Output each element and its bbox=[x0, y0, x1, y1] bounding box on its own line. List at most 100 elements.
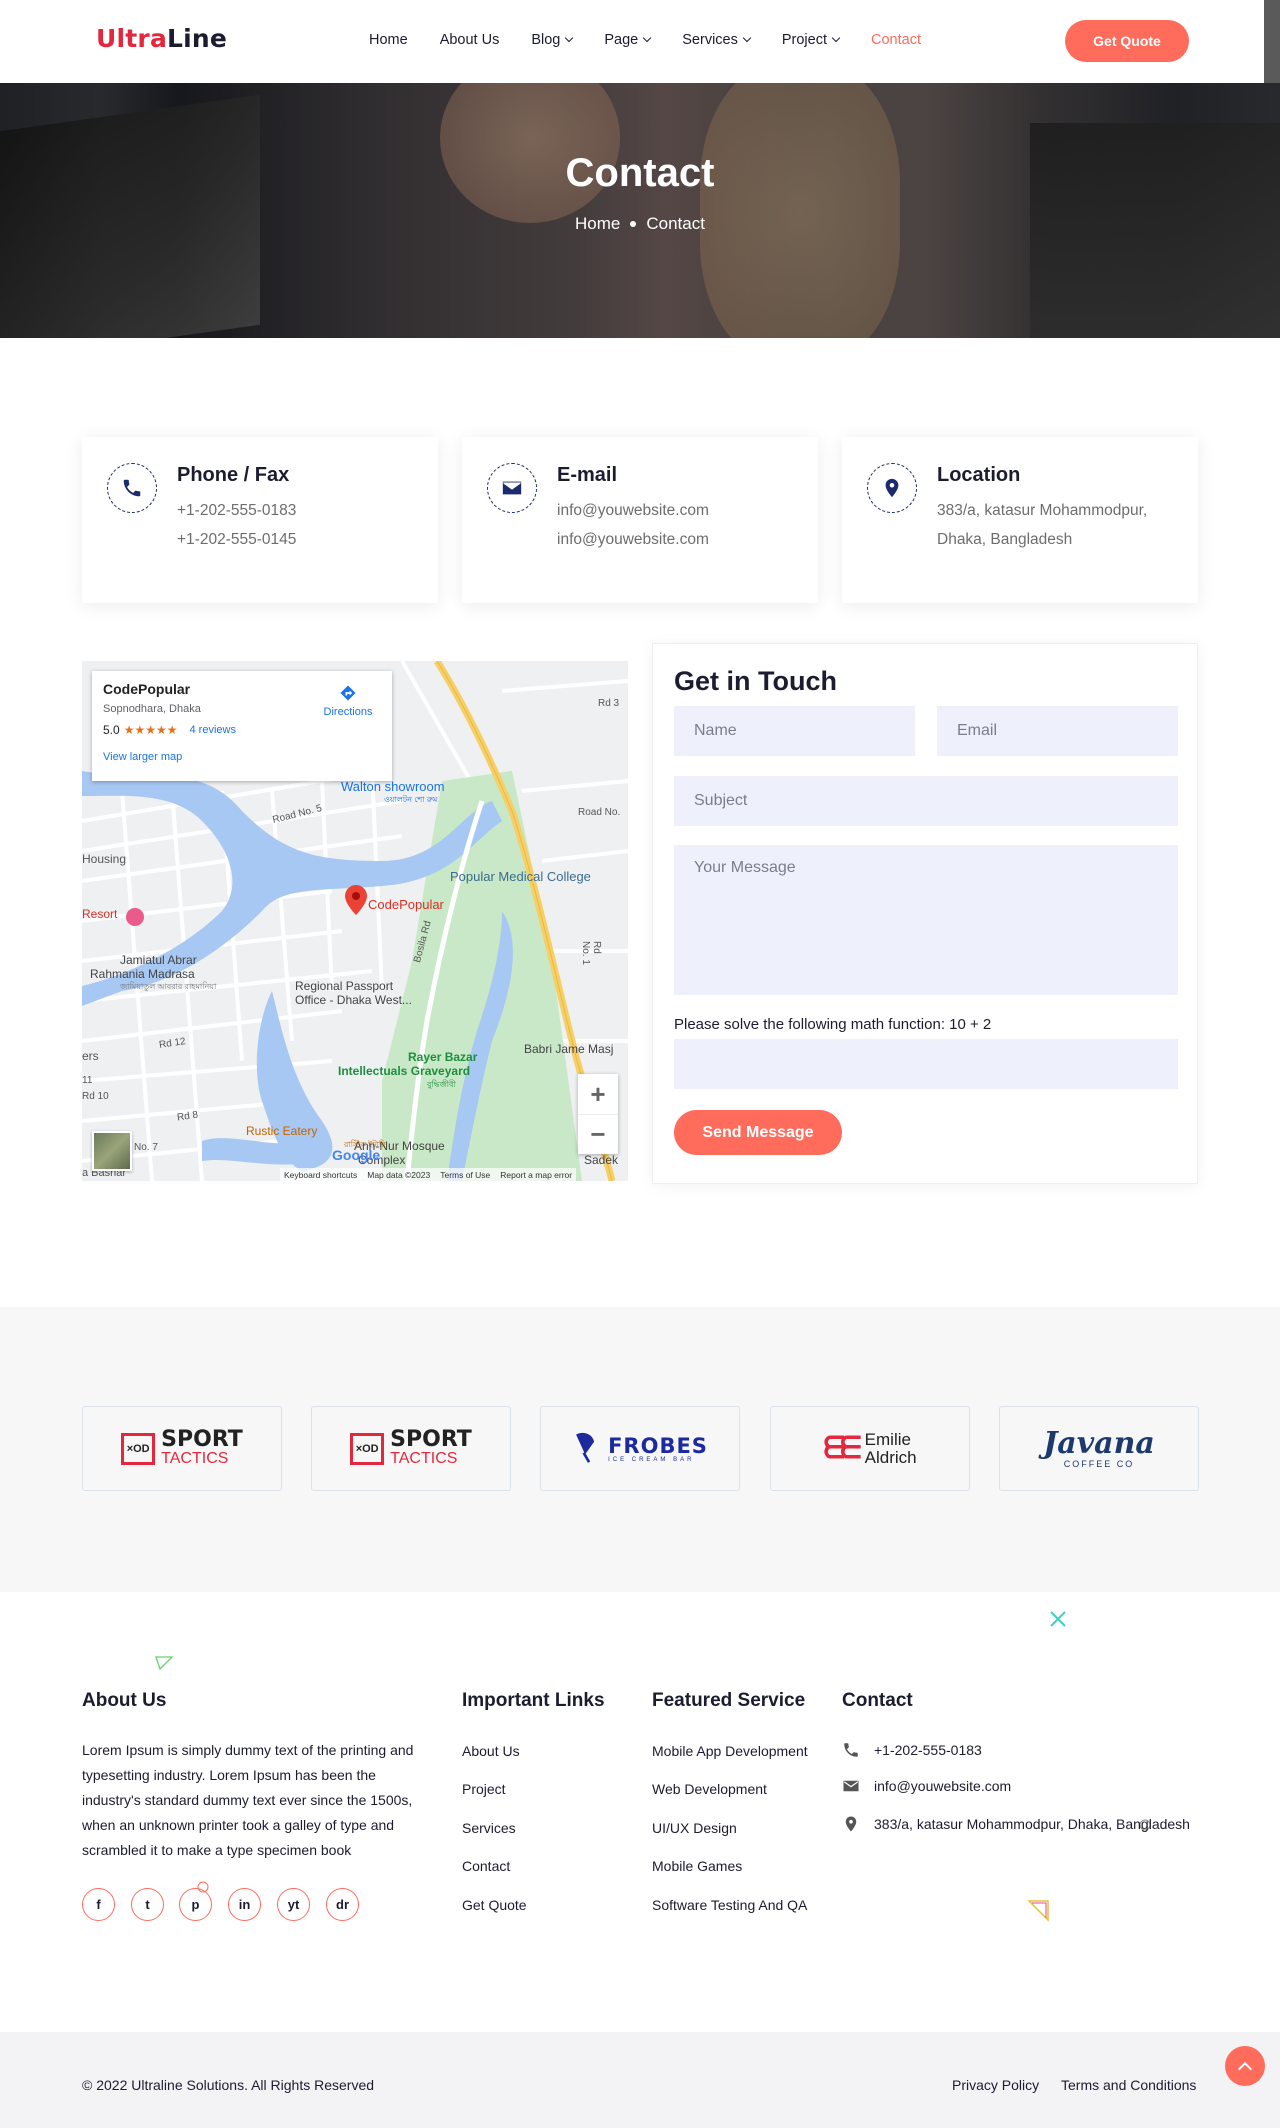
brand-logo-sport-tactics[interactable]: ×OD SPORT TACTICS bbox=[82, 1406, 282, 1491]
chevron-down-icon bbox=[565, 33, 574, 43]
footer-link-about[interactable]: About Us bbox=[462, 1743, 520, 1759]
nav-home-label: Home bbox=[369, 32, 408, 48]
ice-cream-icon bbox=[576, 1432, 595, 1463]
map-keyboard-shortcuts[interactable]: Keyboard shortcuts bbox=[284, 1170, 357, 1180]
youtube-icon[interactable]: yt bbox=[277, 1888, 310, 1921]
nav-page[interactable]: Page bbox=[604, 32, 652, 48]
footer-contact-email[interactable]: info@youwebsite.com bbox=[842, 1777, 1011, 1795]
nav-blog[interactable]: Blog bbox=[531, 32, 574, 48]
map-pin-icon bbox=[845, 1816, 857, 1832]
scrollbar[interactable] bbox=[1264, 0, 1280, 83]
zoom-in-button[interactable]: + bbox=[578, 1074, 618, 1114]
scroll-to-top-button[interactable] bbox=[1225, 2046, 1265, 2086]
phone-line-1[interactable]: +1-202-555-0183 bbox=[177, 502, 296, 520]
map-label-walton: Walton showroom bbox=[341, 779, 445, 794]
footer-links-title: Important Links bbox=[462, 1690, 605, 1711]
phone-icon bbox=[844, 1743, 858, 1757]
footer-contact-phone[interactable]: +1-202-555-0183 bbox=[842, 1741, 982, 1759]
footer-link-services[interactable]: Services bbox=[462, 1820, 516, 1836]
twitter-icon[interactable]: t bbox=[131, 1888, 164, 1921]
send-message-button[interactable]: Send Message bbox=[674, 1110, 842, 1155]
zoom-out-button[interactable]: − bbox=[578, 1114, 618, 1154]
nav-home[interactable]: Home bbox=[369, 32, 408, 48]
map-label-graveyard-1: Rayer Bazar bbox=[408, 1050, 478, 1064]
footer-service-web-dev[interactable]: Web Development bbox=[652, 1781, 767, 1797]
logo-part-ultra: Ultra bbox=[96, 24, 168, 53]
info-card-location: Location 383/a, katasur Mohammodpur, Dha… bbox=[842, 437, 1198, 603]
nav-contact-label: Contact bbox=[871, 32, 921, 48]
map-place-name: CodePopular bbox=[103, 681, 191, 697]
subject-input[interactable]: Subject bbox=[674, 776, 1178, 826]
brand-logo-inner: ×OD SPORT TACTICS bbox=[121, 1429, 243, 1468]
site-logo[interactable]: UltraLine bbox=[96, 24, 227, 53]
footer-service-mobile-games[interactable]: Mobile Games bbox=[652, 1858, 742, 1874]
footer-service-uiux[interactable]: UI/UX Design bbox=[652, 1820, 737, 1836]
get-quote-button[interactable]: Get Quote bbox=[1065, 20, 1189, 62]
footer-service-mobile-app[interactable]: Mobile App Development bbox=[652, 1743, 808, 1759]
page-title: Contact bbox=[565, 151, 715, 195]
brand-logo-sport-tactics[interactable]: ×OD SPORT TACTICS bbox=[311, 1406, 511, 1491]
brand-mark: ×OD bbox=[121, 1432, 156, 1465]
breadcrumb-home[interactable]: Home bbox=[575, 214, 620, 234]
name-input[interactable]: Name bbox=[674, 706, 915, 756]
directions-icon bbox=[340, 685, 356, 701]
map-place-card: CodePopular Sopnodhara, Dhaka 5.0 ★★★★★ … bbox=[92, 671, 392, 781]
main-nav: Home About Us Blog Page Services Project… bbox=[369, 32, 953, 48]
map-reviews-link[interactable]: 4 reviews bbox=[189, 724, 235, 736]
footer-link-get-quote[interactable]: Get Quote bbox=[462, 1897, 527, 1913]
decor-triangle-shape bbox=[1028, 1900, 1049, 1922]
math-answer-input[interactable] bbox=[674, 1039, 1178, 1089]
envelope-icon bbox=[843, 1780, 859, 1792]
map-label-housing: Housing bbox=[82, 852, 127, 866]
brand-text: SPORT TACTICS bbox=[161, 1429, 243, 1468]
email-line-1[interactable]: info@youwebsite.com bbox=[557, 502, 709, 520]
brand-logo-frobes[interactable]: FROBES ICE CREAM BAR bbox=[540, 1406, 740, 1491]
star-icon: ★★★★★ bbox=[123, 723, 178, 737]
footer-service-testing[interactable]: Software Testing And QA bbox=[652, 1897, 807, 1913]
nav-project[interactable]: Project bbox=[782, 32, 841, 48]
footer-contact-title: Contact bbox=[842, 1690, 913, 1711]
info-card-phone: Phone / Fax +1-202-555-0183 +1-202-555-0… bbox=[82, 437, 438, 603]
map-label-walton-bn: ওয়ালটন শো রুম bbox=[384, 795, 438, 804]
brand-logo-inner: ᗴᗴ Emilie Aldrich bbox=[823, 1429, 916, 1467]
map-rating-value: 5.0 bbox=[103, 723, 120, 737]
footer-contact-phone-text: +1-202-555-0183 bbox=[874, 1742, 982, 1758]
map-label-road-no: Road No. bbox=[578, 807, 621, 818]
brand-text: FROBES ICE CREAM BAR bbox=[608, 1435, 708, 1463]
email-line-2[interactable]: info@youwebsite.com bbox=[557, 531, 709, 549]
info-card-title: E-mail bbox=[557, 464, 618, 486]
directions-button[interactable]: Directions bbox=[318, 683, 378, 718]
map-terms[interactable]: Terms of Use bbox=[440, 1170, 490, 1180]
dribbble-icon[interactable]: dr bbox=[326, 1888, 359, 1921]
message-textarea[interactable]: Your Message bbox=[674, 845, 1178, 995]
location-line-2: Dhaka, Bangladesh bbox=[937, 531, 1073, 548]
privacy-policy-link[interactable]: Privacy Policy bbox=[952, 2077, 1039, 2093]
map-rating: 5.0 ★★★★★ 4 reviews bbox=[103, 723, 236, 737]
email-input[interactable]: Email bbox=[937, 706, 1178, 756]
brand-logo-javana[interactable]: Javana COFFEE CO bbox=[999, 1406, 1199, 1491]
logo-part-line: Line bbox=[167, 24, 228, 53]
linkedin-icon[interactable]: in bbox=[228, 1888, 261, 1921]
nav-about[interactable]: About Us bbox=[440, 32, 500, 48]
nav-contact[interactable]: Contact bbox=[871, 32, 921, 48]
map-label-rdno1: Rd No. 1 bbox=[580, 941, 602, 965]
terms-link[interactable]: Terms and Conditions bbox=[1061, 2077, 1196, 2093]
location-line-1: 383/a, katasur Mohammodpur, bbox=[937, 502, 1148, 519]
facebook-icon[interactable]: f bbox=[82, 1888, 115, 1921]
copyright-icon: © bbox=[82, 2077, 97, 2093]
pinterest-icon[interactable]: p bbox=[179, 1888, 212, 1921]
chevron-up-icon bbox=[1237, 2061, 1253, 2076]
footer-link-project[interactable]: Project bbox=[462, 1781, 506, 1797]
map-marker-icon[interactable] bbox=[345, 885, 367, 915]
copyright: © 2022 Ultraline Solutions. All Rights R… bbox=[82, 2077, 374, 2093]
map-satellite-toggle[interactable] bbox=[92, 1131, 132, 1171]
nav-services[interactable]: Services bbox=[682, 32, 752, 48]
brand-name: Emilie bbox=[864, 1429, 911, 1449]
google-map[interactable]: Walton showroom ওয়ালটন শো রুম Popular M… bbox=[82, 661, 628, 1181]
map-report-error[interactable]: Report a map error bbox=[500, 1170, 572, 1180]
brand-logo-emilie-aldrich[interactable]: ᗴᗴ Emilie Aldrich bbox=[770, 1406, 970, 1491]
view-larger-map-link[interactable]: View larger map bbox=[103, 751, 182, 763]
brand-logos-section: ×OD SPORT TACTICS ×OD SPORT TACTICS FROB… bbox=[0, 1307, 1280, 1592]
footer-link-contact[interactable]: Contact bbox=[462, 1858, 510, 1874]
phone-line-2[interactable]: +1-202-555-0145 bbox=[177, 531, 296, 549]
